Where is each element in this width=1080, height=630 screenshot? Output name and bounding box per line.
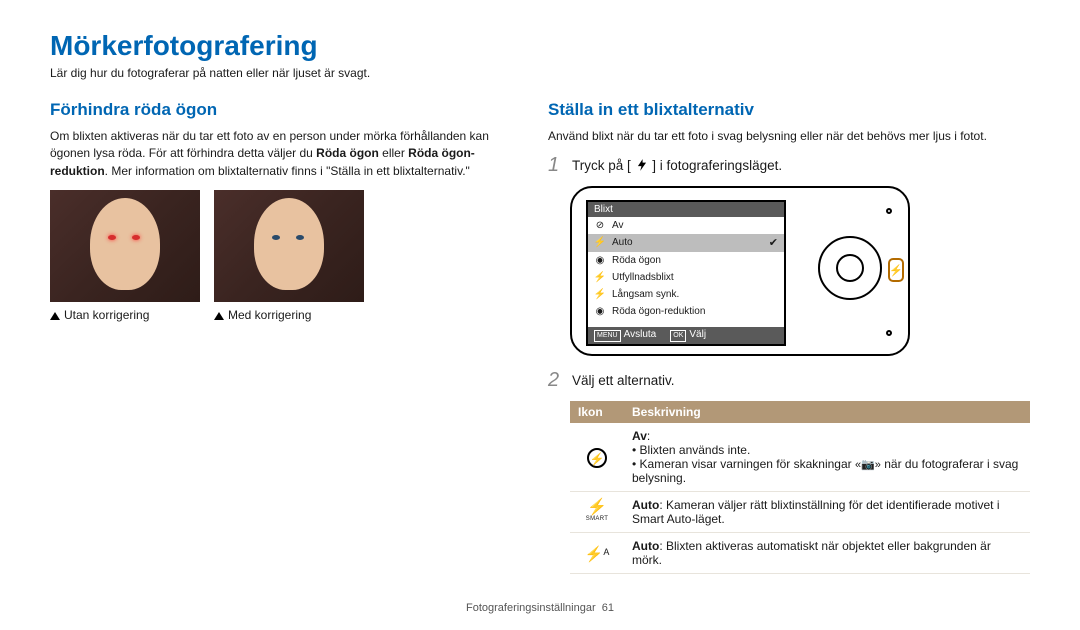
caption-with-text: Med korrigering (228, 308, 311, 322)
r1-b2a: Kameran visar varningen för skakningar (640, 457, 855, 471)
menu-box-icon: MENU (594, 330, 621, 342)
step-2: 2 Välj ett alternativ. (548, 370, 1030, 391)
row3-icon-cell: ⚡A (570, 533, 624, 574)
left-paragraph: Om blixten aktiveras när du tar ett foto… (50, 128, 508, 180)
menu-item-label: Långsam synk. (612, 289, 679, 300)
flash-auto-icon: ⚡ (594, 237, 606, 249)
page-title: Mörkerfotografering (50, 30, 1030, 62)
triangle-up-icon (214, 312, 224, 320)
table-row: ⚡A Auto: Blixten aktiveras automatiskt n… (570, 533, 1030, 574)
button-dot-icon (886, 208, 892, 214)
footer-exit: MENUAvsluta (594, 329, 656, 342)
caption-with: Med korrigering (214, 308, 364, 322)
footer-label: Fotograferingsinställningar (466, 602, 596, 614)
button-dot-icon (886, 330, 892, 336)
p1b: eller (379, 146, 408, 160)
menu-item-slow: ⚡ Långsam synk. (588, 286, 784, 303)
r3-text: : Blixten aktiveras automatiskt när obje… (632, 539, 991, 567)
camera-screen: Blixt ⊘ Av ⚡ Auto ✔ ◉ Röda ögon (586, 200, 786, 346)
flash-icon (635, 158, 649, 172)
flash-off-icon: ⊘ (594, 219, 606, 231)
page-footer: Fotograferingsinställningar 61 (0, 602, 1080, 614)
footer-page: 61 (602, 602, 614, 614)
face-row: Utan korrigering Med korrigering (50, 190, 508, 322)
left-heading: Förhindra röda ögon (50, 100, 508, 120)
triangle-up-icon (50, 312, 60, 320)
page-subtitle: Lär dig hur du fotograferar på natten el… (50, 66, 1030, 80)
face-with-block: Med korrigering (214, 190, 364, 322)
face-without-image (50, 190, 200, 302)
flash-button-highlight: ⚡ (888, 258, 904, 282)
options-table: Ikon Beskrivning ⚡ Av: Blixten används i… (570, 401, 1030, 574)
step-2-number: 2 (548, 370, 562, 390)
smart-auto-flash-icon: ⚡SMART (586, 500, 608, 522)
check-icon: ✔ (769, 236, 778, 249)
slow-sync-icon: ⚡ (594, 288, 606, 300)
caption-without: Utan korrigering (50, 308, 200, 322)
step-1-text: Tryck på [ ] i fotograferingsläget. (572, 155, 782, 176)
step1a: Tryck på [ (572, 158, 635, 173)
menu-item-label: Röda ögon-reduktion (612, 306, 705, 317)
left-column: Förhindra röda ögon Om blixten aktiveras… (50, 100, 508, 574)
content-columns: Förhindra röda ögon Om blixten aktiveras… (50, 100, 1030, 574)
menu-item-label: Auto (612, 237, 633, 248)
menu-item-label: Utfyllnadsblixt (612, 272, 674, 283)
right-column: Ställa in ett blixtalternativ Använd bli… (548, 100, 1030, 574)
row3-desc: Auto: Blixten aktiveras automatiskt när … (624, 533, 1030, 574)
menu-list: ⊘ Av ⚡ Auto ✔ ◉ Röda ögon ⚡ Utfyllnads (588, 217, 784, 320)
fill-flash-icon: ⚡ (594, 271, 606, 283)
r3-bold: Auto (632, 539, 659, 553)
menu-item-redeye: ◉ Röda ögon (588, 252, 784, 269)
shake-warning-icon: «📷» (855, 459, 881, 471)
footer-exit-label: Avsluta (624, 329, 657, 340)
menu-item-fill: ⚡ Utfyllnadsblixt (588, 269, 784, 286)
th-icon: Ikon (570, 401, 624, 423)
row2-desc: Auto: Kameran väljer rätt blixtinställni… (624, 492, 1030, 533)
menu-item-label: Av (612, 220, 624, 231)
menu-item-label: Röda ögon (612, 255, 661, 266)
th-description: Beskrivning (624, 401, 1030, 423)
row2-icon-cell: ⚡SMART (570, 492, 624, 533)
camera-illustration: Blixt ⊘ Av ⚡ Auto ✔ ◉ Röda ögon (570, 186, 910, 356)
footer-select-label: Välj (689, 329, 706, 340)
p1bold1: Röda ögon (316, 146, 379, 160)
right-heading: Ställa in ett blixtalternativ (548, 100, 1030, 120)
right-intro: Använd blixt när du tar ett foto i svag … (548, 128, 1030, 145)
caption-without-text: Utan korrigering (64, 308, 149, 322)
menu-item-av: ⊘ Av (588, 217, 784, 234)
p1c: . Mer information om blixtalternativ fin… (105, 164, 470, 178)
screen-footer: MENUAvsluta OKVälj (588, 327, 784, 344)
redeye-icon: ◉ (594, 254, 606, 266)
footer-select: OKVälj (670, 329, 706, 342)
ok-box-icon: OK (670, 330, 686, 342)
control-dial-icon (818, 236, 882, 300)
face-with-image (214, 190, 364, 302)
face-without-block: Utan korrigering (50, 190, 200, 322)
step1b: ] i fotograferingsläget. (649, 158, 783, 173)
redeye-reduction-icon: ◉ (594, 305, 606, 317)
r2-bold: Auto (632, 498, 659, 512)
r2-text: : Kameran väljer rätt blixtinställning f… (632, 498, 1000, 526)
menu-header: Blixt (588, 202, 784, 217)
r1-title: Av (632, 429, 647, 443)
step-2-text: Välj ett alternativ. (572, 370, 675, 391)
menu-item-auto: ⚡ Auto ✔ (588, 234, 784, 252)
step-1: 1 Tryck på [ ] i fotograferingsläget. (548, 155, 1030, 176)
r1-b2: Kameran visar varningen för skakningar «… (632, 457, 1022, 485)
step-1-number: 1 (548, 155, 562, 175)
table-row: ⚡SMART Auto: Kameran väljer rätt blixtin… (570, 492, 1030, 533)
flash-off-circle-icon: ⚡ (587, 448, 607, 468)
auto-flash-icon: ⚡A (585, 546, 610, 563)
menu-item-redeye-reduction: ◉ Röda ögon-reduktion (588, 303, 784, 320)
table-row: ⚡ Av: Blixten används inte. Kameran visa… (570, 423, 1030, 492)
r1-b1: Blixten används inte. (632, 443, 1022, 457)
row1-icon-cell: ⚡ (570, 423, 624, 492)
row1-desc: Av: Blixten används inte. Kameran visar … (624, 423, 1030, 492)
